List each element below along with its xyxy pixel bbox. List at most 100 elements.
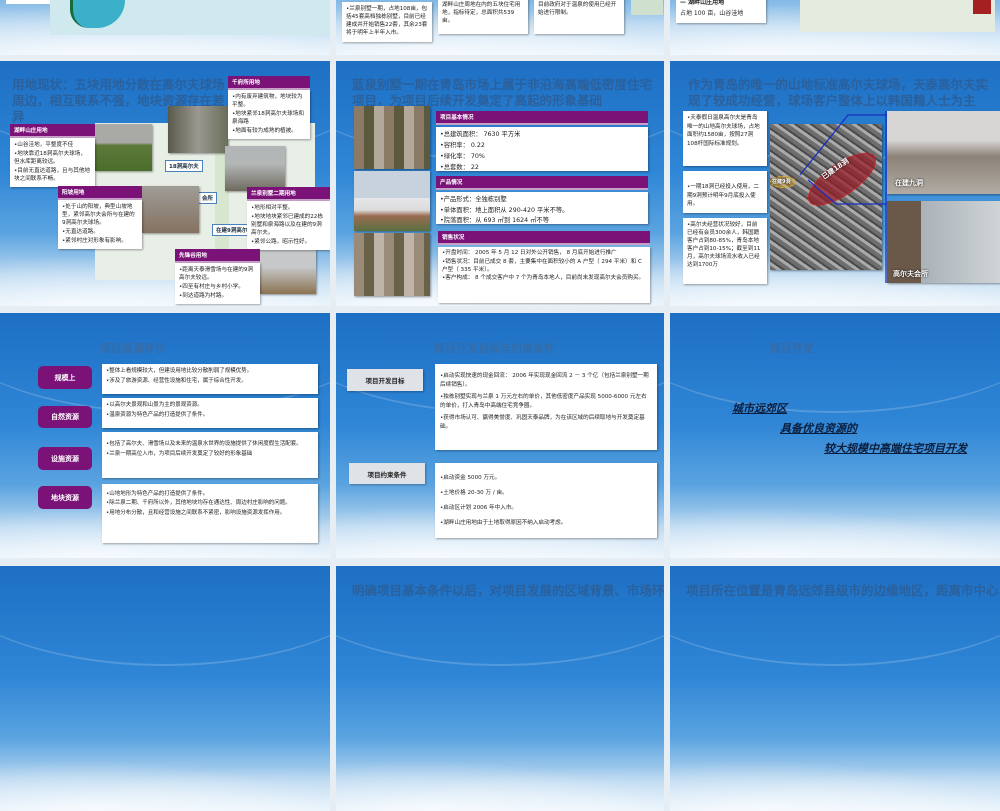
photo-field (95, 124, 152, 171)
photo-clubhouse: 高尔夫会所 (887, 201, 1000, 283)
resource-item: •兰泉一期高位入市，为项目后续开发奠定了较好的形象基础 (106, 450, 253, 457)
slide-thumbnail[interactable]: 明确项目基本条件以后，对项目发展的区域背景、市场环 (336, 566, 664, 811)
section-header: 项目基本情况 (436, 111, 648, 125)
land-label: — 湖畔山庄用地 (680, 0, 725, 6)
photo-hill (225, 146, 285, 191)
text-box (6, 0, 50, 4)
resource-box: •以高尔夫景观和山景为主的景观资源。 •温泉资源为特色产品的打造提供了条件。 (102, 398, 318, 428)
slide-title: 项目开发目标与约束条件 (434, 342, 555, 355)
section-item: •总建筑面积： 7630 平方米 (440, 131, 521, 138)
card-body: •地形相对平整。 •地块地块紧邻已建成的22栋别墅和泉海路以及在建的9洞高尔夫。 •… (247, 201, 330, 250)
section-item: •容积率： 0.22 (440, 142, 485, 149)
tag-land: 地块资源 (38, 486, 92, 509)
slide-thumbnail[interactable]: 项目所在位置是青岛远郊县级市的边缘地区，距离市中心 (670, 566, 1000, 811)
slide-title: 项目界定 (770, 342, 814, 355)
goal-item: •获得市场认可、赢得美誉度、巩固天泰品牌，为在该区域的后续取地与开发奠定基础。 (440, 415, 645, 430)
section-item: •客户构成： 8 个成交客户中 7 个为青岛本地人，目前尚未发现高尔夫会员购买。 (442, 275, 645, 282)
resource-box: •包括了高尔夫、滑雪场以及未来的温泉水世界的设施提供了休闲度假生活配套。 •兰泉一… (102, 432, 318, 478)
card-item: •四至有村庄与乡村小学。 (179, 284, 244, 290)
card-item: •目前无直达道路，且与其他地块之间联系不畅。 (14, 168, 91, 182)
resource-item: •整体上看规模较大，但建设用地比较分散削弱了规模优势。 (106, 368, 253, 374)
resource-item: •包括了高尔夫、滑雪场以及未来的温泉水世界的设施提供了休闲度假生活配套。 (106, 441, 302, 447)
card-item: •地块靠近18洞高尔夫球场，但水库距离较远。 (14, 151, 86, 165)
section-item: •单体面积：地上面积从 290-420 平米不等。 (440, 206, 569, 214)
card-item: •地块紧邻18洞高尔夫球场和泉海路 (232, 111, 304, 125)
slide-thumbnail[interactable]: •兰泉别墅一期，占地108亩，包括45套高档独栋别墅，目前已经建成并开始销售22… (336, 0, 664, 55)
card-item: •地块地块紧邻已建成的22栋别墅和泉海路以及在建的9洞高尔夫。 (251, 214, 323, 236)
slide-definition[interactable]: 项目界定 城市远郊区 具备优良资源的 较大规模中高端住宅项目开发 (670, 313, 1000, 558)
slide-thumbnail[interactable] (0, 0, 330, 55)
constraint-item: •启动资金 5000 万元。 (440, 475, 501, 481)
tag-natural: 自然资源 (38, 406, 92, 428)
section-body: •开盘时间： 2005 年 5 月 12 日对外公开销售， 8 月底开始进行推广… (438, 247, 650, 303)
section-item: •总套数： 22 (440, 164, 479, 171)
resource-item: •温泉资源为特色产品的打造提供了条件。 (106, 412, 209, 418)
slide-golf[interactable]: 作为青岛的唯一的山地标准高尔夫球场，天泰高尔夫实现了较成功经营，球场客户整体上以… (670, 61, 1000, 306)
card-item: •紧邻公路，昭示性好。 (251, 239, 311, 245)
photo-construction: 在建九洞 (887, 111, 1000, 194)
section-item: •绿化率： 70% (440, 153, 485, 160)
land-card: 阳坡用地 •处于山的阳坡，典型山坡地型，紧邻高尔夫会所与在建的9洞高尔夫球场。 •… (58, 186, 142, 249)
photo-villa (354, 171, 430, 231)
text-box: 温泉，在整个城中只此一处，但目前政府对于温泉的使用已经开始进行限制。 (534, 0, 624, 34)
card-item: •山谷洼地，平整度不佳 (14, 142, 74, 148)
section-item: •产品形式：全独栋别墅 (440, 196, 507, 203)
slide-title: 项目所在位置是青岛远郊县级市的边缘地区，距离市中心 (686, 583, 999, 598)
photo-road (168, 106, 228, 153)
section-item: •开盘时间： 2005 年 5 月 12 日对外公开销售， 8 月底开始进行推广 (442, 250, 617, 256)
card-item: •无直达道路。 (62, 229, 99, 235)
slide-thumbnail[interactable]: — 湖畔山庄用地 占地 100 亩，山谷洼地 (670, 0, 1000, 55)
tag-facilities: 设施资源 (38, 447, 92, 470)
slide-goals[interactable]: 项目开发目标与约束条件 项目开发目标 •启动实现快速的现金回流： 2006 年实… (336, 313, 664, 558)
constraint-box: •启动资金 5000 万元。 •土地价格 20-30 万 / 亩。 •启动区计划 2… (435, 463, 657, 538)
card-item: •紧邻村庄对形象有影响。 (62, 238, 127, 244)
land-card: 先锋谷用地 •距离天泰滑雪场与在建的9洞高尔夫较远。 •四至有村庄与乡村小学。 •到… (175, 249, 260, 304)
tag-scale: 规模上 (38, 366, 92, 389)
land-card: 兰泉别墅二期用地 •地形相对平整。 •地块地块紧邻已建成的22栋别墅和泉海路以及在… (247, 187, 330, 250)
slide-title: 蓝泉别墅一期在青岛市场上属于非沿海高端低密度住宅项目，为项目后续开发奠定了高起的… (352, 77, 653, 108)
slide-title: 项目资源评价 (100, 342, 166, 355)
card-item: •地形相对平整。 (251, 205, 294, 211)
card-header: 兰泉别墅二期用地 (247, 187, 330, 201)
definition-line: 较大规模中高端住宅项目开发 (824, 442, 967, 455)
slide-thumbnail[interactable] (0, 566, 330, 811)
resource-item: •除兰泉二期、千府所以外，其他地块均存在通达性、周边村庄影响的问题。 (106, 500, 291, 507)
photo-pixelated (354, 233, 430, 296)
photo-pixelated (354, 106, 430, 169)
card-body: •内有废弃建筑物，地块较为平整。 •地块紧邻18洞高尔夫球场和泉海路 •地面有较为成… (228, 90, 310, 139)
slide-resources[interactable]: 项目资源评价 规模上 •整体上看规模较大，但建设用地比较分散削弱了规模优势。 •涉… (0, 313, 330, 558)
card-header: 先锋谷用地 (175, 249, 260, 263)
slide-land-status[interactable]: 用地现状：五块用地分散在高尔夫球场周边，相互联系不强，地块资源存在差异 18洞高… (0, 61, 330, 306)
land-label-box: — 湖畔山庄用地 占地 100 亩，山谷洼地 (676, 0, 766, 23)
map-label: 会所 (198, 192, 218, 204)
resource-item: •涉及了旅游资源、经营性设施和住宅，属于综合性开发。 (106, 378, 247, 384)
card-header: 湖畔山庄用地 (10, 124, 95, 138)
definition-line: 城市远郊区 (732, 402, 787, 415)
section-header: 销售状况 (438, 231, 650, 245)
goal-item: •独栋别墅实现与兰泉 1 万元左右的单价，其他低密度产品实现 5000-6000… (440, 394, 647, 409)
goal-box: •启动实现快速的现金回流： 2006 年实现现金回流 2 － 3 个亿（包括兰泉… (435, 364, 657, 450)
constraint-item: •启动区计划 2006 年中入市。 (440, 505, 518, 511)
goal-label: 项目开发目标 (347, 369, 423, 391)
land-card: 千府所用地 •内有废弃建筑物，地块较为平整。 •地块紧邻18洞高尔夫球场和泉海路 •… (228, 76, 310, 139)
card-item: •处于山的阳坡，典型山坡地型，紧邻高尔夫会所与在建的9洞高尔夫球场。 (62, 204, 135, 226)
text-box: 湖周地，先锋谷周地，阳坡地，湖畔山庄周地在内的五块住宅用地，指标待定，总面积共5… (438, 0, 528, 34)
resource-box: •整体上看规模较大，但建设用地比较分散削弱了规模优势。 •涉及了旅游资源、经营性设… (102, 364, 318, 394)
land-desc: 占地 100 亩，山谷洼地 (680, 10, 744, 17)
constraint-label: 项目约束条件 (349, 463, 425, 484)
map-label: 18洞高尔夫 (165, 160, 203, 172)
card-header: 千府所用地 (228, 76, 310, 90)
resource-item: •山地地形为特色产品的打造提供了条件。 (106, 491, 209, 497)
card-item: •距离天泰滑雪场与在建的9洞高尔夫较远。 (179, 267, 253, 281)
slide-villa[interactable]: 蓝泉别墅一期在青岛市场上属于非沿海高端低密度住宅项目，为项目后续开发奠定了高起的… (336, 61, 664, 306)
map-image (631, 0, 663, 15)
photo-valley (260, 249, 316, 294)
card-item: •内有废弃建筑物，地块较为平整。 (232, 94, 303, 108)
land-card: 湖畔山庄用地 •山谷洼地，平整度不佳 •地块靠近18洞高尔夫球场，但水库距离较远。… (10, 124, 95, 187)
section-header: 产品情况 (436, 176, 648, 190)
resource-item: •以高尔夫景观和山景为主的景观资源。 (106, 402, 203, 408)
card-body: •山谷洼地，平整度不佳 •地块靠近18洞高尔夫球场，但水库距离较远。 •目前无直达道… (10, 138, 95, 187)
text-box: •兰泉别墅一期，占地108亩，包括45套高档独栋别墅，目前已经建成并开始销售22… (342, 2, 432, 42)
section-body: •总建筑面积： 7630 平方米 •容积率： 0.22 •绿化率： 70% •总套数：… (436, 127, 648, 171)
goal-item: •启动实现快速的现金回流： 2006 年实现现金回流 2 － 3 个亿（包括兰泉… (440, 373, 649, 388)
